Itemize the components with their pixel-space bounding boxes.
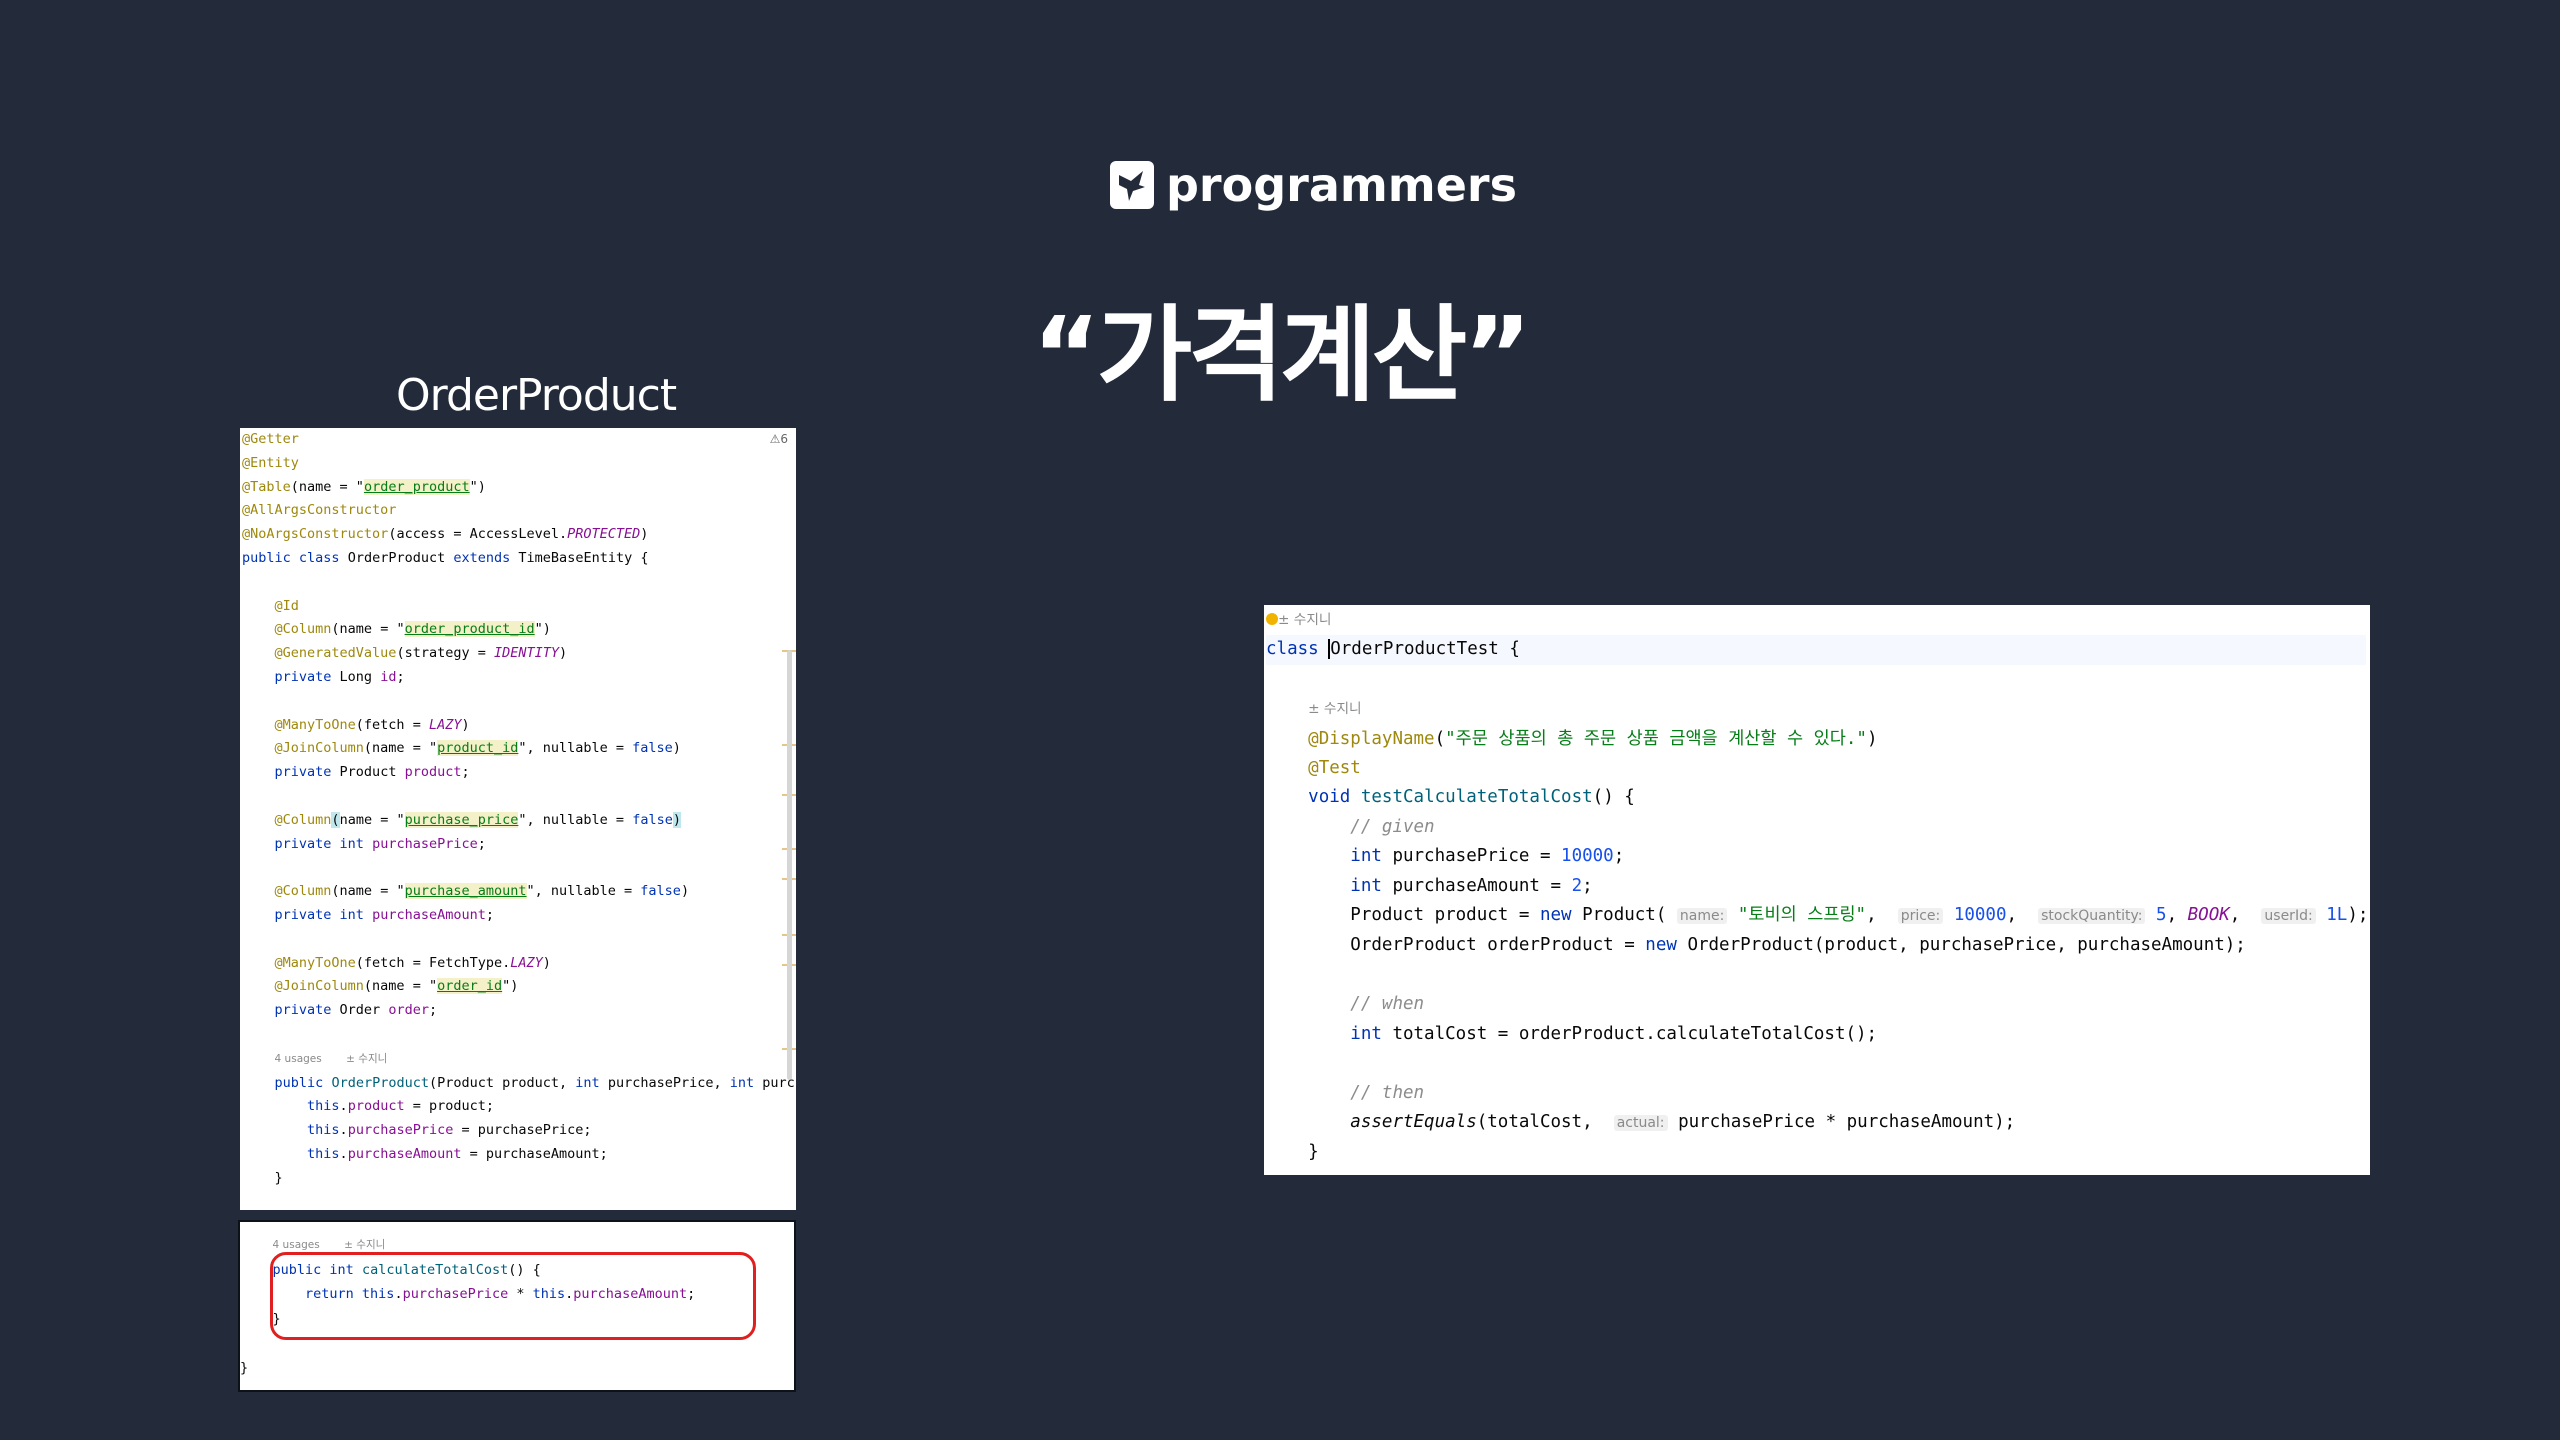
test-code-panel: ± 수지니 class OrderProductTest { ± 수지니 @Di… [1264,605,2370,1175]
test-code: ± 수지니 class OrderProductTest { ± 수지니 @Di… [1266,612,2369,1163]
entity-code: @Getter @Entity @Table(name = "order_pro… [242,431,796,1186]
entity-code-panel: ⚠6 @Getter @Entity @Table(name = "order_… [240,428,796,1210]
logo-text: programmers [1166,158,1517,212]
page-title: “가격계산” [1032,294,1531,416]
programmers-bird-icon [1110,161,1154,209]
method-code-panel: 4 usages ± 수지니 public int calculateTotal… [238,1220,796,1392]
subtitle: OrderProduct [396,370,677,421]
author-avatar-icon [1266,613,1278,625]
programmers-logo: programmers [1110,158,1517,212]
method-code: 4 usages ± 수지니 public int calculateTotal… [240,1239,696,1376]
